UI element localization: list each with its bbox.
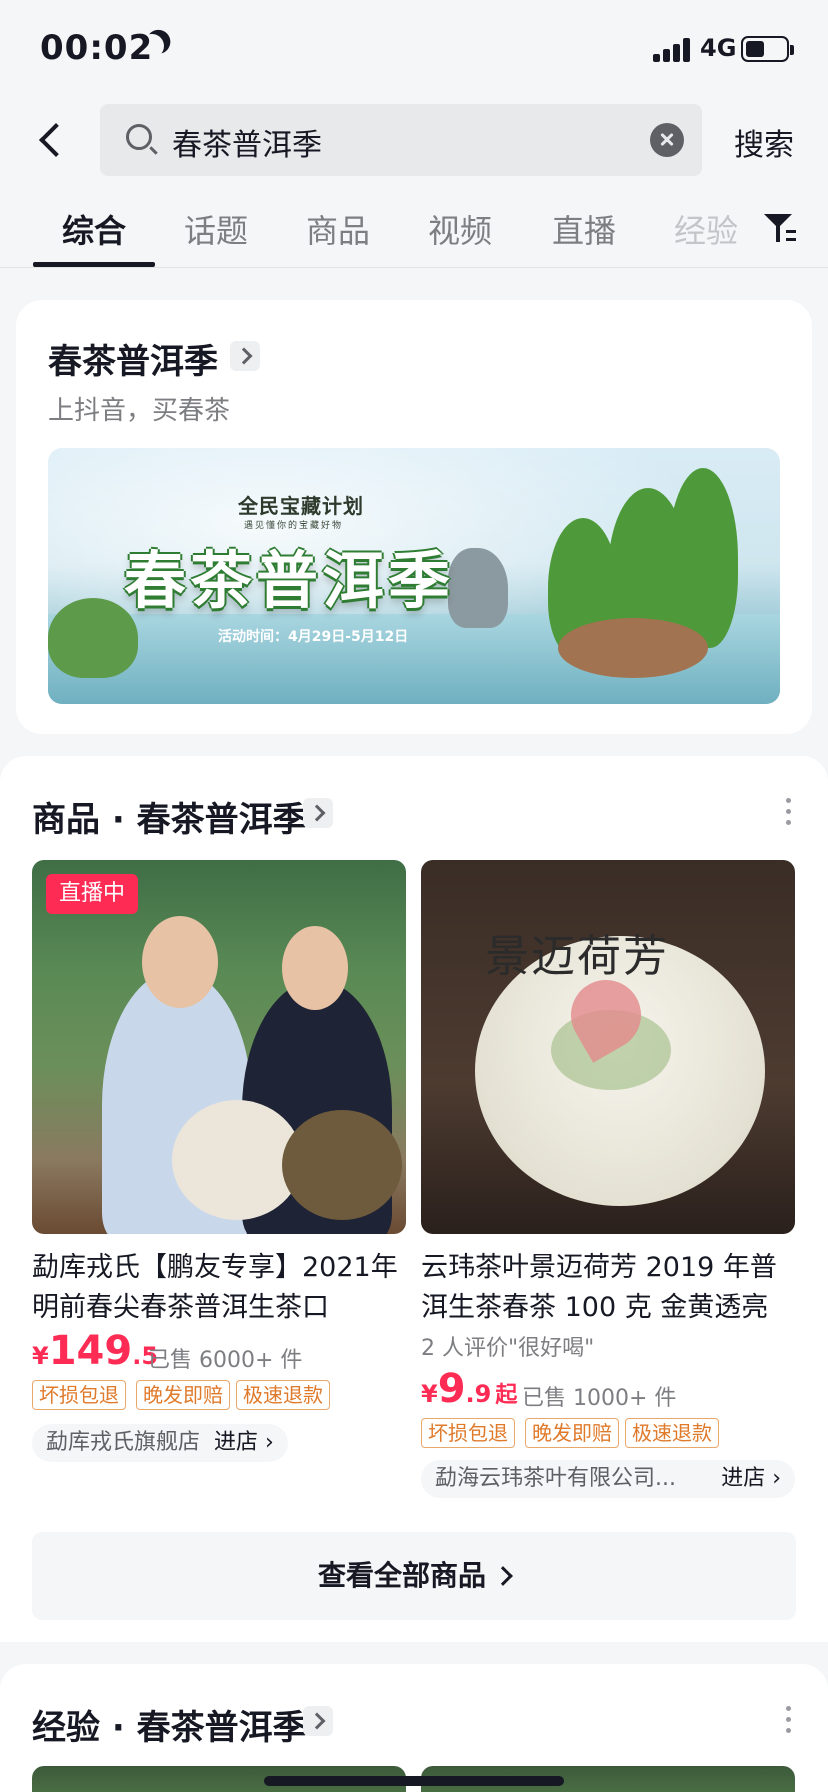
shop-name: 勐库戎氏旗舰店	[46, 1430, 201, 1455]
tab-experience[interactable]: 经验	[674, 206, 738, 252]
search-icon	[126, 124, 152, 150]
banner-dates: 活动时间：4月29日-5月12日	[218, 629, 409, 645]
filter-icon[interactable]	[764, 212, 796, 244]
home-indicator	[264, 1776, 564, 1786]
product-tag: 极速退款	[625, 1418, 719, 1448]
product-tag: 坏损包退	[421, 1418, 515, 1448]
product-tag: 极速退款	[236, 1380, 330, 1410]
tab-comprehensive[interactable]: 综合	[62, 206, 126, 252]
clear-icon[interactable]	[650, 123, 684, 157]
product-price: ¥9.9 起	[421, 1366, 518, 1412]
banner-headline: 春茶普洱季	[124, 544, 455, 617]
product-cake-text: 景迈荷芳	[485, 931, 669, 982]
product-title[interactable]: 云玮茶叶景迈荷芳 2019 年普洱生茶春茶 100 克 金黄透亮	[421, 1248, 791, 1328]
topic-banner[interactable]: 全民宝藏计划 遇见懂你的宝藏好物 春茶普洱季 活动时间：4月29日-5月12日	[48, 448, 780, 704]
product-tag: 晚发即赔	[136, 1380, 230, 1410]
live-badge: 直播中	[46, 874, 138, 914]
battery-icon	[741, 36, 794, 62]
tab-bar: 综合 话题 商品 视频 直播 经验	[0, 196, 828, 268]
topic-card[interactable]: 春茶普洱季 上抖音，买春茶 全民宝藏计划 遇见懂你的宝藏好物 春茶普洱季 活动时…	[16, 300, 812, 734]
search-input[interactable]: 春茶普洱季	[100, 104, 702, 176]
products-section: 商品 · 春茶普洱季 直播中 勐库戎氏【鹏友专享】2021年明前春尖春茶普洱生茶…	[0, 756, 828, 1642]
product-price: ¥149.5	[32, 1328, 159, 1374]
shop-link[interactable]: 勐库戎氏旗舰店 进店 ›	[32, 1424, 288, 1462]
product-review: 2 人评价"很好喝"	[421, 1336, 595, 1361]
status-time: 00:02	[40, 28, 154, 68]
chevron-right-icon[interactable]	[303, 798, 333, 828]
experience-section-title[interactable]: 经验 · 春茶普洱季	[32, 1700, 307, 1749]
enter-shop-link[interactable]: 进店 ›	[214, 1430, 274, 1455]
chevron-right-icon[interactable]	[230, 341, 260, 371]
chevron-right-icon[interactable]	[303, 1706, 333, 1736]
products-section-title[interactable]: 商品 · 春茶普洱季	[32, 792, 307, 841]
tab-videos[interactable]: 视频	[428, 206, 492, 252]
experience-section: 经验 · 春茶普洱季	[0, 1664, 828, 1792]
product-title[interactable]: 勐库戎氏【鹏友专享】2021年明前春尖春茶普洱生茶口	[32, 1248, 402, 1328]
topic-title[interactable]: 春茶普洱季	[48, 334, 218, 383]
banner-plan: 全民宝藏计划	[238, 494, 364, 518]
back-button[interactable]	[30, 118, 74, 162]
product-sold-count: 已售 6000+ 件	[148, 1348, 303, 1373]
tab-products[interactable]: 商品	[306, 206, 370, 252]
chevron-right-icon	[493, 1566, 513, 1586]
view-all-products-button[interactable]: 查看全部商品	[32, 1532, 796, 1620]
view-all-label: 查看全部商品	[317, 1559, 486, 1592]
status-bar: 00:02 4G	[0, 0, 828, 100]
product-sold-count: 已售 1000+ 件	[522, 1386, 677, 1411]
product-tag: 晚发即赔	[525, 1418, 619, 1448]
product-image[interactable]: 景迈荷芳	[421, 860, 795, 1234]
product-tag: 坏损包退	[32, 1380, 126, 1410]
enter-shop-link[interactable]: 进店 ›	[721, 1460, 781, 1498]
shop-link[interactable]: 勐海云玮茶叶有限公司... 进店 ›	[421, 1460, 795, 1498]
network-type: 4G	[700, 34, 737, 62]
tab-topics[interactable]: 话题	[184, 206, 248, 252]
shop-name: 勐海云玮茶叶有限公司...	[435, 1466, 676, 1491]
topic-subtitle: 上抖音，买春茶	[48, 396, 231, 426]
search-button[interactable]: 搜索	[734, 120, 794, 164]
more-options-icon[interactable]	[784, 798, 792, 828]
more-options-icon[interactable]	[784, 1706, 792, 1736]
signal-icon	[653, 38, 691, 62]
active-tab-indicator	[33, 262, 155, 267]
search-query[interactable]: 春茶普洱季	[172, 120, 322, 164]
tab-live[interactable]: 直播	[552, 206, 616, 252]
product-image[interactable]: 直播中	[32, 860, 406, 1234]
